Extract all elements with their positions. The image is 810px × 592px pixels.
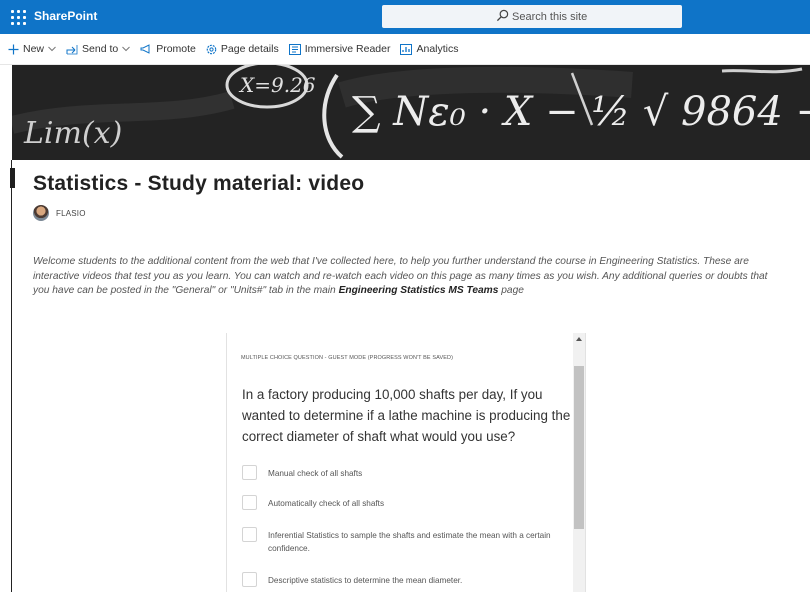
search-icon [496, 9, 509, 22]
answer-checkbox[interactable] [242, 527, 257, 542]
share-icon [66, 44, 78, 54]
send-to-label: Send to [82, 43, 119, 55]
promote-label: Promote [156, 43, 196, 55]
plus-icon [8, 44, 19, 54]
page-description: Welcome students to the additional conte… [33, 255, 778, 299]
author-name[interactable]: FLASIO [56, 209, 86, 218]
page-details-button[interactable]: Page details [206, 43, 279, 55]
answer-text: Descriptive statistics to determine the … [268, 576, 463, 585]
answer-text: Automatically check of all shafts [268, 499, 385, 508]
new-button[interactable]: New [8, 43, 56, 55]
app-name[interactable]: SharePoint [34, 9, 97, 23]
page-details-label: Page details [220, 43, 279, 55]
immersive-reader-label: Immersive Reader [304, 43, 391, 55]
analytics-button[interactable]: Analytics [400, 43, 459, 55]
answer-option[interactable]: Automatically check of all shafts [242, 495, 568, 510]
answer-option[interactable]: Inferential Statistics to sample the sha… [242, 527, 568, 555]
search-box[interactable]: Search this site [382, 5, 682, 28]
banner-image: X=9.26 ∑ Nε₀ · X − ½ √ 9864 + Lim(x) [12, 65, 810, 160]
app-launcher-icon[interactable] [8, 7, 26, 25]
chevron-down-icon [122, 46, 131, 52]
answer-text: Inferential Statistics to sample the sha… [268, 531, 551, 553]
immersive-reader-button[interactable]: Immersive Reader [288, 43, 391, 55]
page-title: Statistics - Study material: video [33, 172, 365, 195]
chart-icon [400, 43, 413, 55]
answer-checkbox[interactable] [242, 572, 257, 587]
banner-equation-c: Lim(x) [23, 116, 122, 151]
answer-text: Manual check of all shafts [268, 469, 363, 478]
banner-equation-a: X=9.26 [238, 73, 316, 97]
megaphone-icon [140, 44, 150, 54]
new-label: New [23, 43, 45, 55]
scroll-up-icon[interactable] [576, 337, 582, 341]
promote-button[interactable]: Promote [140, 43, 196, 55]
answer-checkbox[interactable] [242, 465, 257, 480]
reader-icon [288, 43, 301, 55]
description-bold: Engineering Statistics MS Teams [338, 285, 499, 297]
suite-bar: SharePoint Search this site [0, 0, 810, 34]
answer-option[interactable]: Descriptive statistics to determine the … [242, 572, 568, 587]
answer-option[interactable]: Manual check of all shafts [242, 465, 568, 480]
answer-checkbox[interactable] [242, 495, 257, 510]
quiz-scrollbar[interactable] [573, 333, 585, 592]
analytics-label: Analytics [416, 43, 459, 55]
gear-icon [206, 44, 217, 54]
left-rail-marker [10, 168, 15, 188]
chevron-down-icon [48, 46, 56, 52]
search-placeholder: Search this site [512, 10, 588, 23]
left-rail [0, 160, 12, 592]
send-to-button[interactable]: Send to [66, 43, 131, 55]
scrollbar-thumb[interactable] [574, 366, 584, 529]
command-bar: New Send to Promote Page details Immersi… [0, 34, 810, 65]
embedded-quiz: MULTIPLE CHOICE QUESTION - Guest mode (p… [226, 333, 586, 592]
description-end: page [498, 285, 524, 297]
question-text: In a factory producing 10,000 shafts per… [242, 387, 571, 444]
question-type-label: MULTIPLE CHOICE QUESTION - Guest mode (p… [241, 355, 453, 361]
avatar[interactable] [33, 205, 49, 221]
